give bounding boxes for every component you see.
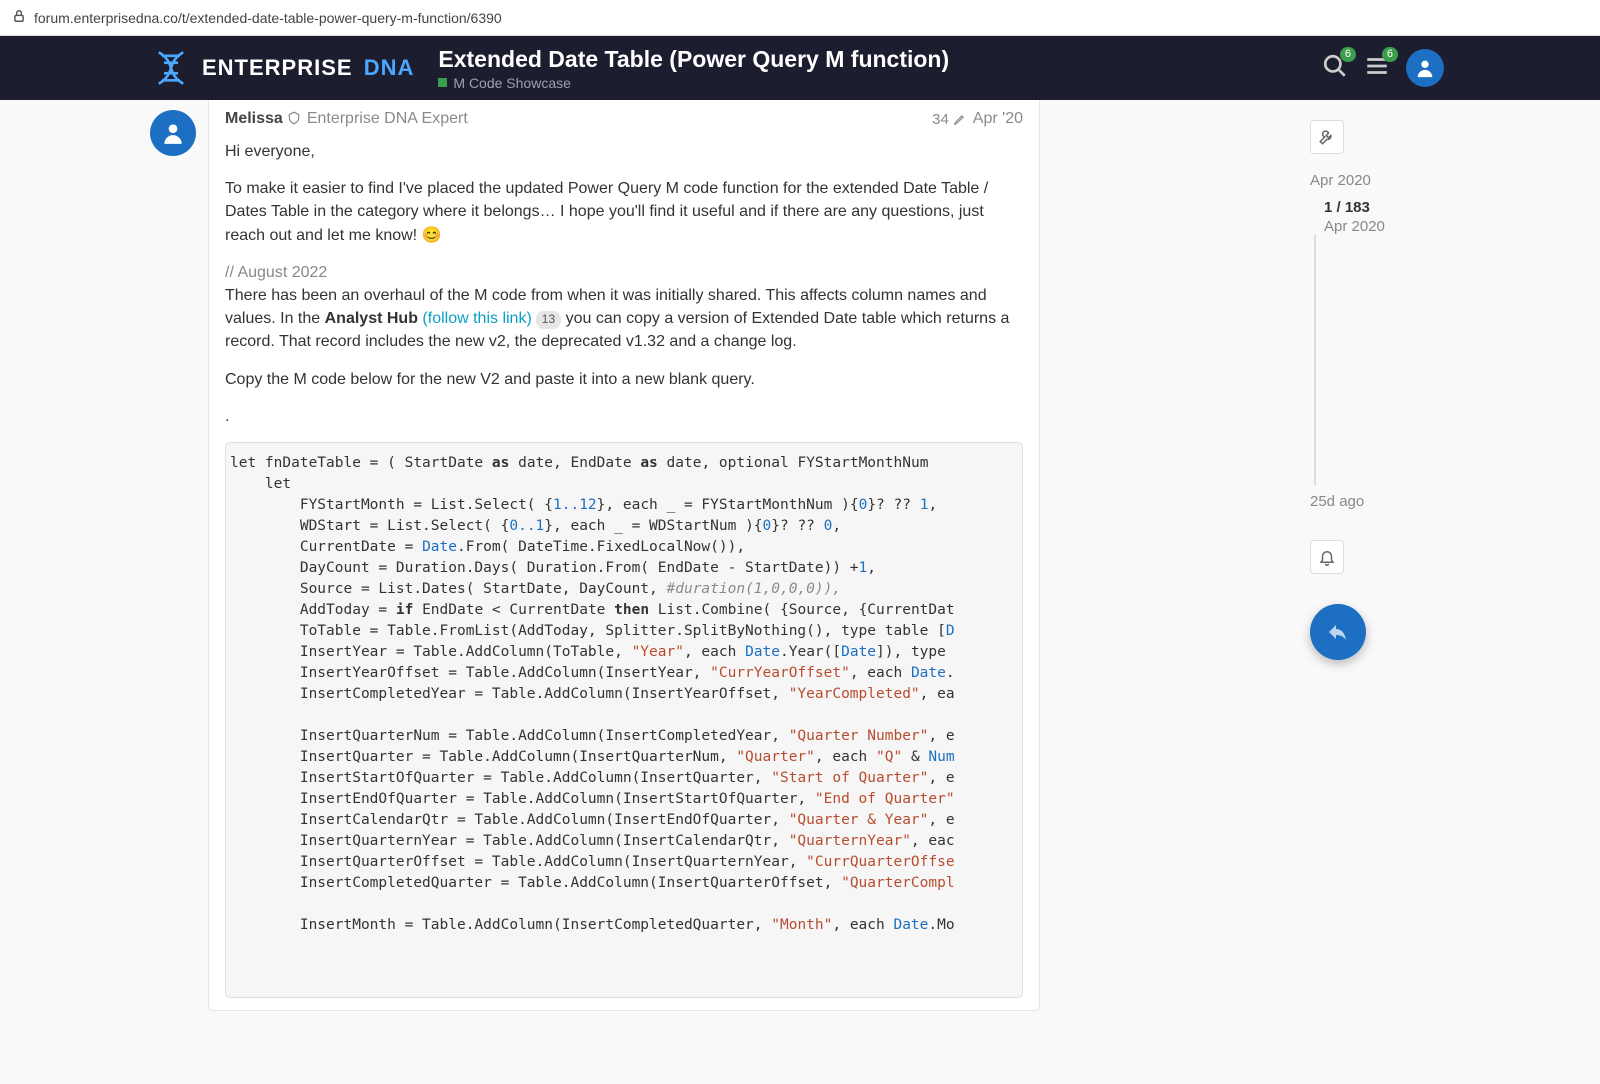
logo-text: ENTERPRISE DNA xyxy=(202,55,414,81)
post-date[interactable]: Apr '20 xyxy=(973,110,1023,128)
reply-fab[interactable] xyxy=(1310,604,1366,660)
site-logo[interactable]: ENTERPRISE DNA xyxy=(150,47,414,89)
lock-icon xyxy=(12,9,26,26)
post-paragraph: Copy the M code below for the new V2 and… xyxy=(225,368,1023,391)
timeline-position-date: Apr 2020 xyxy=(1324,218,1450,235)
post-paragraph: To make it easier to find I've placed th… xyxy=(225,177,1023,247)
dna-icon xyxy=(150,47,192,89)
timeline-track[interactable] xyxy=(1314,235,1450,485)
code-scroll-region[interactable]: let fnDateTable = ( StartDate as date, E… xyxy=(226,443,1022,997)
edit-count[interactable]: 34 xyxy=(932,111,967,128)
category-name: M Code Showcase xyxy=(453,75,571,91)
user-avatar[interactable] xyxy=(1406,49,1444,87)
code-block: let fnDateTable = ( StartDate as date, E… xyxy=(225,442,1023,998)
category-link[interactable]: M Code Showcase xyxy=(438,75,1322,91)
menu-badge: 6 xyxy=(1382,47,1398,62)
post-author-role: Enterprise DNA Expert xyxy=(307,110,468,128)
category-badge-icon xyxy=(438,78,447,87)
post-author[interactable]: Melissa xyxy=(225,110,283,128)
search-badge: 6 xyxy=(1340,47,1356,62)
code-content: let fnDateTable = ( StartDate as date, E… xyxy=(230,453,1010,957)
topic-timeline: Apr 2020 1 / 183 Apr 2020 25d ago xyxy=(1280,100,1460,1011)
post-author-avatar[interactable] xyxy=(150,110,196,156)
shield-icon xyxy=(287,111,301,128)
post-body: Melissa Enterprise DNA Expert 34 Apr '20… xyxy=(208,100,1040,1011)
search-icon[interactable]: 6 xyxy=(1322,53,1348,84)
wrench-button[interactable] xyxy=(1310,120,1344,154)
url-text: forum.enterprisedna.co/t/extended-date-t… xyxy=(34,10,502,26)
topic-title[interactable]: Extended Date Table (Power Query M funct… xyxy=(438,46,1322,73)
notification-button[interactable] xyxy=(1310,540,1344,574)
timeline-start-date[interactable]: Apr 2020 xyxy=(1310,172,1450,189)
hamburger-menu-icon[interactable]: 6 xyxy=(1364,53,1390,84)
follow-link[interactable]: (follow this link) xyxy=(422,310,531,327)
post-paragraph: Hi everyone, xyxy=(225,140,1023,163)
post-paragraph: // August 2022 There has been an overhau… xyxy=(225,261,1023,354)
site-header: ENTERPRISE DNA Extended Date Table (Powe… xyxy=(0,36,1600,100)
timeline-position[interactable]: 1 / 183 xyxy=(1324,199,1450,216)
timeline-end-date[interactable]: 25d ago xyxy=(1310,493,1450,510)
link-click-badge: 13 xyxy=(536,311,561,328)
browser-url-bar[interactable]: forum.enterprisedna.co/t/extended-date-t… xyxy=(0,0,1600,36)
post-paragraph: . xyxy=(225,405,1023,428)
